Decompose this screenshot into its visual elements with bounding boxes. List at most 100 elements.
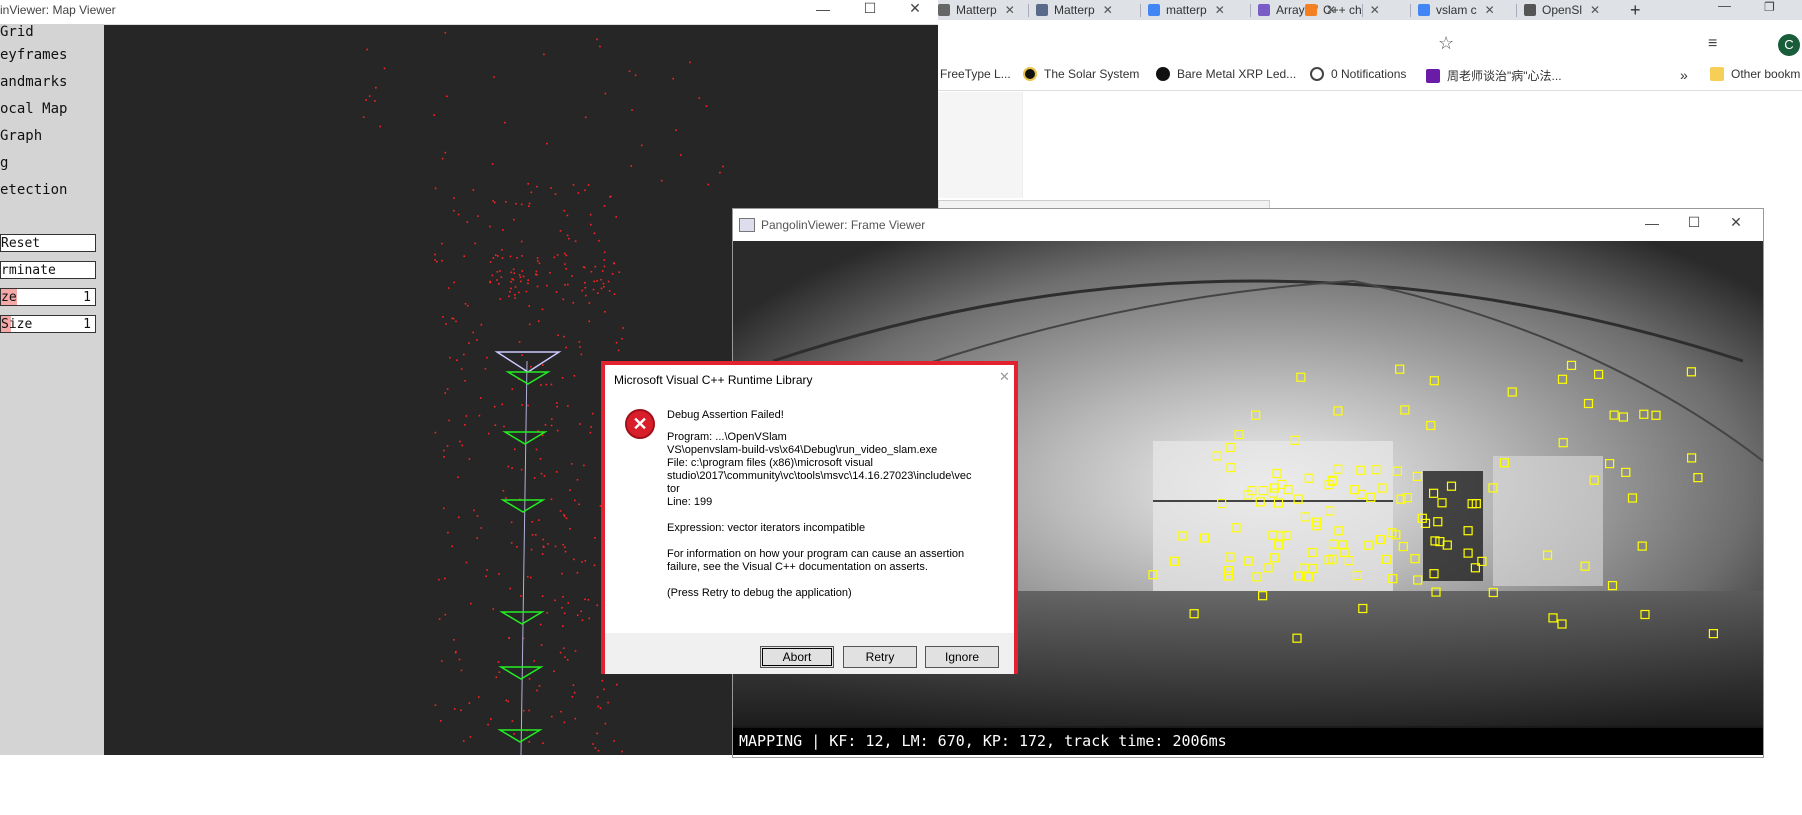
feature-keypoint: [1651, 410, 1661, 420]
tab-label: vslam c: [1436, 3, 1477, 17]
line-size-slider[interactable]: Size 1: [0, 315, 96, 333]
landmark-point: [502, 229, 504, 231]
landmark-point: [576, 479, 579, 481]
feature-keypoint: [1177, 531, 1187, 541]
file-path-cont: tor: [667, 483, 680, 495]
landmark-point: [566, 659, 569, 661]
browser-tab[interactable]: Matterp ✕: [938, 0, 1018, 20]
close-icon[interactable]: ✕: [1370, 3, 1380, 17]
browser-tab[interactable]: matterp ✕: [1148, 0, 1246, 20]
close-icon[interactable]: ✕: [999, 369, 1010, 385]
minimize-icon[interactable]: —: [808, 1, 838, 17]
close-icon[interactable]: ✕: [900, 0, 930, 17]
bookmark-item[interactable]: 0 Notifications: [1310, 67, 1406, 81]
feature-keypoint: [1417, 513, 1427, 523]
landmark-point: [535, 270, 538, 273]
landmark-point: [584, 598, 586, 601]
landmark-point: [559, 510, 562, 512]
landmark-point: [622, 327, 624, 329]
minimize-icon[interactable]: —: [1637, 215, 1667, 231]
bookmark-label: 周老师谈治"病"心法...: [1447, 69, 1562, 83]
star-icon[interactable]: ☆: [1438, 33, 1454, 54]
browser-tab[interactable]: OpenSl ✕: [1524, 0, 1618, 20]
feature-keypoint: [1388, 574, 1398, 584]
landmark-point: [469, 736, 472, 738]
browser-tab[interactable]: vslam c ✕: [1418, 0, 1516, 20]
landmark-point: [503, 425, 505, 428]
close-icon[interactable]: ✕: [1485, 3, 1495, 17]
landmark-point: [562, 625, 564, 627]
bookmark-item[interactable]: FreeType L...: [940, 67, 1011, 81]
landmark-point: [707, 183, 710, 186]
close-icon[interactable]: ✕: [1103, 3, 1113, 17]
retry-button[interactable]: Retry: [843, 646, 917, 668]
close-icon[interactable]: ✕: [1215, 3, 1225, 17]
checkbox-local-map[interactable]: ocal Map: [0, 101, 67, 117]
ignore-button[interactable]: Ignore: [925, 646, 999, 668]
landmark-point: [508, 295, 510, 298]
minimize-icon[interactable]: —: [1718, 0, 1731, 13]
checkbox-item[interactable]: g: [0, 155, 8, 171]
landmark-point: [566, 234, 569, 237]
landmark-point: [613, 262, 615, 264]
landmark-point: [578, 503, 580, 506]
checkbox-keyframes[interactable]: eyframes: [0, 47, 67, 63]
landmark-point: [554, 193, 557, 195]
landmark-point: [577, 192, 580, 194]
feature-keypoint: [1324, 506, 1335, 516]
current-frame-marker: [494, 351, 562, 373]
tab-label: OpenSl: [1542, 3, 1583, 17]
maximize-icon[interactable]: ☐: [855, 0, 885, 17]
landmark-point: [530, 548, 533, 551]
other-bookmarks[interactable]: Other bookm: [1710, 67, 1800, 81]
feature-keypoint: [1200, 533, 1210, 543]
bookmark-item[interactable]: The Solar System: [1023, 67, 1139, 81]
keyframe-marker: [500, 499, 546, 513]
landmark-point: [596, 38, 598, 41]
landmark-point: [551, 418, 553, 420]
bookmark-item[interactable]: Bare Metal XRP Led...: [1156, 67, 1296, 81]
close-icon[interactable]: ✕: [1721, 214, 1751, 231]
browser-tab[interactable]: Matterp ✕: [1036, 0, 1136, 20]
landmark-point: [569, 527, 571, 530]
close-icon[interactable]: ✕: [1590, 3, 1600, 17]
landmark-point: [514, 286, 517, 288]
maximize-icon[interactable]: ☐: [1679, 214, 1709, 231]
feature-keypoint: [1328, 539, 1339, 549]
landmark-point: [365, 99, 367, 101]
feature-keypoint: [1263, 563, 1273, 573]
landmark-point: [574, 240, 577, 242]
reset-button[interactable]: Reset: [0, 234, 96, 252]
landmark-point: [433, 114, 435, 116]
landmark-point: [580, 353, 583, 356]
profile-avatar[interactable]: C: [1778, 34, 1800, 56]
restore-icon[interactable]: ❐: [1764, 0, 1775, 14]
new-tab-button[interactable]: +: [1630, 0, 1641, 20]
feature-keypoint: [1708, 629, 1719, 639]
bookmark-item[interactable]: 周老师谈治"病"心法...: [1426, 67, 1562, 84]
landmark-point: [634, 74, 637, 77]
landmark-point: [597, 749, 600, 752]
landmark-point: [444, 613, 447, 616]
checkbox-landmarks[interactable]: andmarks: [0, 74, 67, 90]
abort-button[interactable]: Abort: [760, 646, 834, 668]
browser-tab[interactable]: C++ ch ✕: [1305, 0, 1397, 20]
reading-list-icon[interactable]: ≡: [1708, 35, 1717, 53]
point-size-slider[interactable]: ze 1: [0, 288, 96, 306]
checkbox-graph[interactable]: Graph: [0, 128, 42, 144]
feature-keypoint: [1352, 570, 1363, 581]
bookmarks-overflow-button[interactable]: »: [1680, 67, 1688, 83]
landmark-point: [564, 284, 566, 286]
close-icon[interactable]: ✕: [1005, 3, 1015, 17]
feature-keypoint: [1308, 563, 1318, 574]
feature-keypoint: [1272, 468, 1282, 479]
landmark-point: [562, 543, 564, 546]
terminate-button[interactable]: rminate: [0, 261, 96, 279]
feature-keypoint: [1371, 465, 1381, 475]
checkbox-grid[interactable]: Grid: [0, 24, 34, 40]
landmark-point: [434, 253, 436, 256]
checkbox-detection[interactable]: etection: [0, 182, 67, 198]
landmark-point: [562, 596, 564, 598]
landmark-point: [441, 157, 444, 160]
landmark-point: [541, 434, 544, 437]
